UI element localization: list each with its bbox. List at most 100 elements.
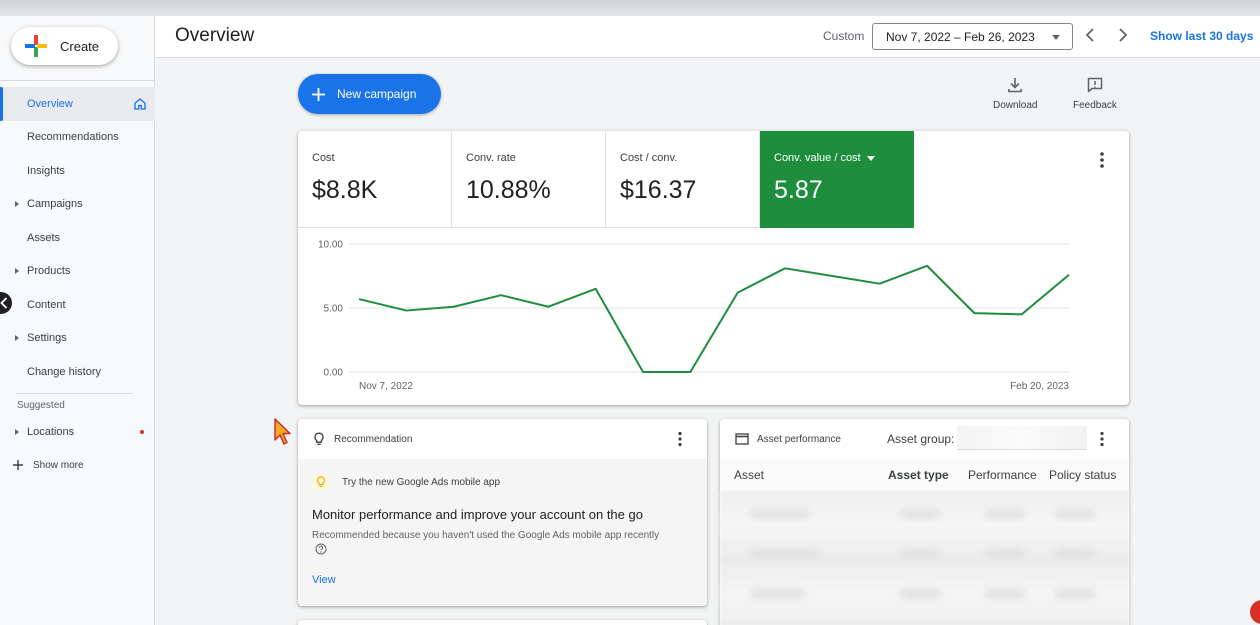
date-range-value: Nov 7, 2022 – Feb 26, 2023 (886, 29, 1035, 44)
mouse-cursor-icon (274, 418, 291, 445)
recommendation-reason: Recommended because you haven't used the… (312, 530, 660, 541)
sidebar-item-content[interactable]: Content (0, 288, 155, 322)
blurred-table-body (720, 491, 1129, 625)
window-icon (735, 433, 749, 445)
asset-group-label: Asset group: (887, 432, 955, 446)
metric-cost-per-conv[interactable]: Cost / conv. $16.37 (606, 131, 760, 228)
chevron-left-icon (0, 297, 8, 309)
sidebar-item-overview[interactable]: Overview (0, 87, 155, 121)
caret-right-icon (15, 429, 19, 436)
more-options-icon[interactable] (1096, 431, 1108, 447)
metric-value: $8.8K (312, 176, 378, 204)
dropdown-arrow-icon (866, 155, 875, 161)
recording-indicator (1250, 600, 1260, 624)
notification-dot (140, 430, 144, 435)
download-button[interactable]: Download (993, 76, 1037, 111)
more-options-icon[interactable] (1096, 151, 1108, 169)
download-label: Download (993, 100, 1038, 111)
more-options-icon[interactable] (674, 431, 686, 447)
feedback-button[interactable]: Feedback (1073, 76, 1117, 111)
sidebar-item-label: Insights (27, 164, 65, 177)
sidebar-item-recommendations[interactable]: Recommendations (0, 121, 155, 155)
sidebar-item-label: Overview (27, 97, 73, 110)
x-tick-label: Feb 20, 2023 (1010, 381, 1069, 392)
caret-right-icon (15, 201, 19, 208)
series-line (358, 264, 1070, 373)
plus-icon (25, 35, 47, 57)
date-mode-label: Custom (823, 29, 865, 43)
sidebar-item-settings[interactable]: Settings (0, 322, 155, 356)
metric-value: 5.87 (774, 176, 823, 204)
y-tick-label: 5.00 (324, 304, 344, 315)
sidebar-item-label: Settings (27, 332, 67, 345)
sidebar-item-label: Locations (27, 426, 75, 439)
create-label: Create (60, 38, 100, 54)
column-header-policy-status[interactable]: Policy status (1049, 468, 1116, 482)
chevron-right-icon[interactable] (1117, 27, 1129, 43)
asset-table-header: Asset Asset type Performance Policy stat… (720, 459, 1129, 491)
metric-name: Conv. rate (466, 152, 516, 164)
sidebar-item-insights[interactable]: Insights (0, 154, 155, 188)
caret-right-icon (15, 335, 19, 342)
line-chart: 0.00 5.00 10.00 Nov 7, 2022 Feb 20, 2023 (318, 240, 1070, 392)
page-title: Overview (175, 25, 255, 46)
recommendation-tip-text: Try the new Google Ads mobile app (342, 476, 501, 488)
asset-performance-card: Asset performance Asset group: Asset Ass… (720, 419, 1129, 625)
asset-performance-header-label: Asset performance (757, 433, 841, 445)
metric-value: $16.37 (620, 176, 697, 204)
suggested-heading: Suggested (17, 399, 65, 411)
sidebar-divider (0, 80, 155, 81)
sidebar-item-label: Change history (27, 365, 101, 378)
metric-conv-rate[interactable]: Conv. rate 10.88% (452, 131, 606, 228)
download-icon (1008, 78, 1023, 93)
sidebar-item-products[interactable]: Products (0, 255, 155, 289)
metric-conv-value-per-cost[interactable]: Conv. value / cost 5.87 (760, 131, 914, 228)
section-divider (16, 392, 133, 394)
sidebar-item-campaigns[interactable]: Campaigns (0, 188, 155, 222)
column-header-asset[interactable]: Asset (734, 468, 764, 482)
home-icon (134, 97, 146, 110)
sidebar-item-label: Assets (27, 231, 61, 244)
next-card (298, 620, 707, 625)
page-header: Overview Custom Nov 7, 2022 – Feb 26, 20… (155, 16, 1260, 58)
recommendation-header: Recommendation (298, 419, 707, 459)
sidebar-item-assets[interactable]: Assets (0, 221, 155, 255)
metric-name: Conv. value / cost (774, 152, 875, 164)
feedback-icon (1087, 77, 1103, 93)
recommendation-body: Try the new Google Ads mobile app Monito… (298, 459, 707, 606)
asset-group-select[interactable] (957, 426, 1087, 450)
sidebar-item-locations[interactable]: Locations (0, 416, 155, 450)
sidebar-item-label: Products (27, 265, 71, 278)
sidebar-nav: Overview Recommendations Insights Campai… (0, 87, 155, 481)
sidebar: Create Overview Recommendations Insights… (0, 16, 155, 625)
column-header-performance[interactable]: Performance (968, 468, 1037, 482)
chevron-left-icon[interactable] (1084, 27, 1096, 43)
column-header-asset-type[interactable]: Asset type (888, 468, 949, 482)
performance-card: Cost $8.8K Conv. rate 10.88% Cost / conv… (298, 131, 1129, 405)
create-button[interactable]: Create (11, 27, 118, 65)
metric-value: 10.88% (466, 176, 551, 204)
view-link[interactable]: View (312, 574, 336, 586)
new-campaign-label: New campaign (337, 87, 417, 101)
x-tick-label: Nov 7, 2022 (359, 381, 413, 392)
caret-right-icon (15, 268, 19, 275)
date-range-select[interactable]: Nov 7, 2022 – Feb 26, 2023 (872, 23, 1073, 50)
lightbulb-icon (314, 432, 324, 445)
metric-cost[interactable]: Cost $8.8K (298, 131, 452, 228)
recommendation-header-label: Recommendation (334, 433, 413, 445)
metric-name-text: Conv. value / cost (774, 152, 861, 164)
plus-icon (13, 460, 23, 470)
new-campaign-button[interactable]: New campaign (298, 74, 441, 114)
sidebar-item-change-history[interactable]: Change history (0, 355, 155, 389)
help-icon[interactable] (315, 543, 327, 555)
dropdown-arrow-icon (1052, 35, 1060, 40)
sidebar-item-label: Campaigns (27, 198, 83, 211)
plus-icon (312, 87, 325, 101)
sidebar-item-label: Content (27, 298, 66, 311)
metric-name: Cost / conv. (620, 152, 678, 164)
recommendation-title: Monitor performance and improve your acc… (312, 507, 643, 522)
show-last-30-days-link[interactable]: Show last 30 days (1150, 29, 1253, 43)
recommendation-tip: Try the new Google Ads mobile app (312, 473, 500, 491)
y-tick-label: 0.00 (324, 368, 344, 379)
show-more-button[interactable]: Show more (0, 449, 155, 481)
